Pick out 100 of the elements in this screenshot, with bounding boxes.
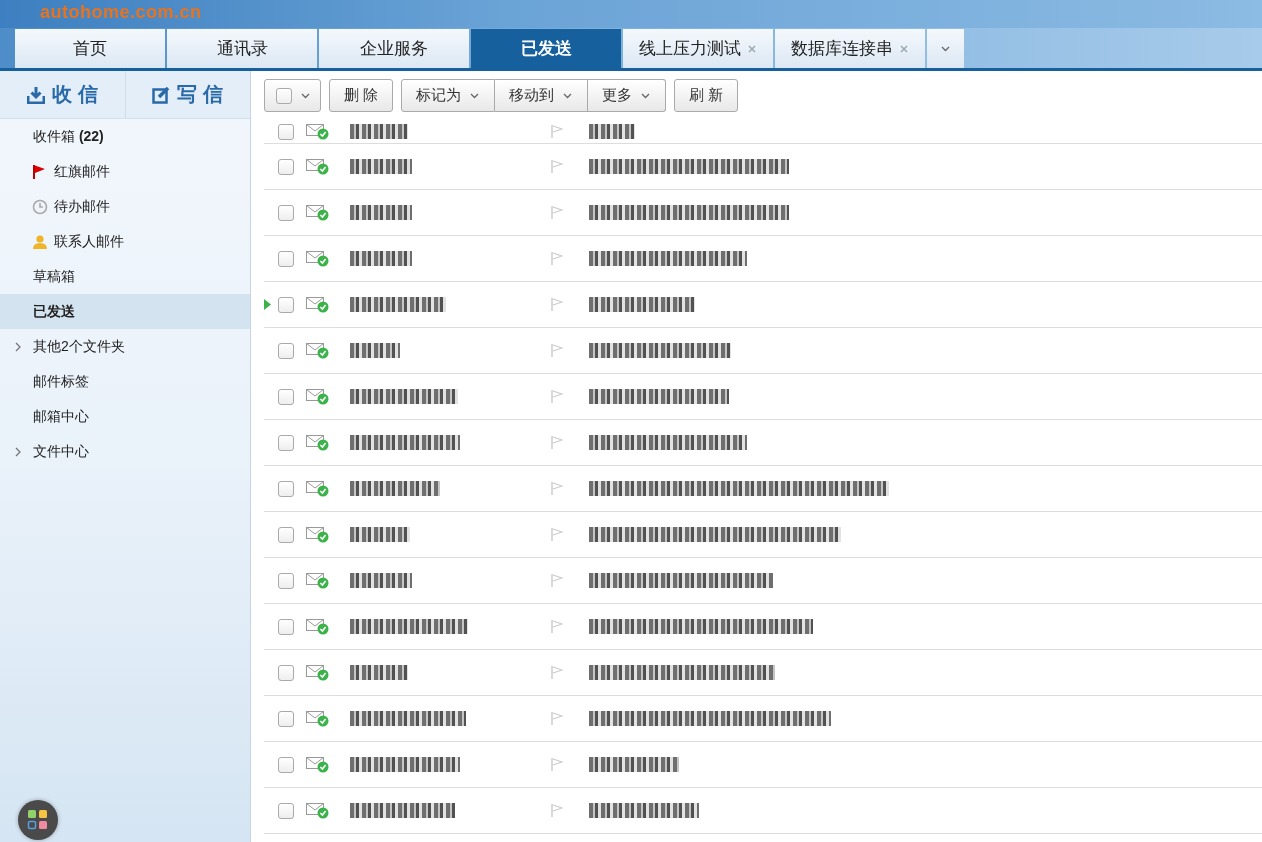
sent-mail-icon bbox=[306, 123, 330, 140]
flag-icon bbox=[550, 297, 563, 312]
redacted-text bbox=[589, 124, 635, 139]
checkbox[interactable] bbox=[278, 526, 294, 543]
receive-button[interactable]: 收 信 bbox=[0, 71, 125, 118]
sent-mail-icon bbox=[306, 158, 330, 175]
sent-mail-icon bbox=[306, 802, 330, 819]
flag-icon bbox=[550, 573, 563, 588]
checkbox[interactable] bbox=[278, 480, 294, 497]
redacted-text bbox=[350, 251, 412, 266]
redacted-text bbox=[350, 665, 408, 680]
sent-mail-icon bbox=[306, 710, 330, 727]
edit-icon bbox=[152, 85, 171, 104]
sent-mail-icon bbox=[306, 526, 330, 543]
checkbox[interactable] bbox=[278, 618, 294, 635]
folder-item[interactable]: 草稿箱 bbox=[0, 259, 250, 294]
checkbox[interactable] bbox=[278, 756, 294, 773]
download-icon bbox=[26, 85, 45, 104]
person-icon bbox=[32, 233, 48, 250]
close-icon bbox=[747, 43, 757, 54]
folder-item[interactable]: 邮件标签 bbox=[0, 364, 250, 399]
checkbox[interactable] bbox=[278, 434, 294, 451]
sent-mail-icon bbox=[306, 204, 330, 221]
checkbox[interactable] bbox=[276, 87, 292, 104]
sent-mail-icon bbox=[306, 756, 330, 773]
sent-mail-icon bbox=[306, 388, 330, 405]
dropdown-button[interactable]: 更多 bbox=[588, 79, 667, 112]
toolbar-button[interactable]: 刷 新 bbox=[674, 79, 739, 112]
logo-text: autohome.com.cn bbox=[40, 2, 202, 22]
folder-item[interactable]: 其他2个文件夹 bbox=[0, 329, 250, 364]
flag-icon bbox=[550, 481, 563, 496]
checkbox[interactable] bbox=[278, 342, 294, 359]
checkbox[interactable] bbox=[278, 388, 294, 405]
tab[interactable]: 已发送 bbox=[471, 29, 621, 68]
checkbox[interactable] bbox=[278, 710, 294, 727]
sent-mail-icon bbox=[306, 434, 330, 451]
chevron-down-icon bbox=[300, 91, 311, 100]
tab[interactable]: 企业服务 bbox=[319, 29, 469, 68]
folder-item[interactable]: 文件中心 bbox=[0, 434, 250, 469]
tab[interactable]: 数据库连接串 bbox=[775, 29, 925, 68]
flag-icon bbox=[550, 389, 563, 404]
flag-icon bbox=[550, 711, 563, 726]
tab[interactable]: 通讯录 bbox=[167, 29, 317, 68]
redacted-text bbox=[350, 527, 410, 542]
sent-mail-icon bbox=[306, 342, 330, 359]
checkbox[interactable] bbox=[278, 802, 294, 819]
flag-icon bbox=[550, 205, 563, 220]
toolbar-button[interactable]: 删 除 bbox=[329, 79, 394, 112]
chevron-down-icon bbox=[562, 91, 574, 100]
flag-icon bbox=[550, 527, 563, 542]
flag-icon bbox=[550, 803, 563, 818]
redacted-text bbox=[350, 205, 412, 220]
sent-mail-icon bbox=[306, 480, 330, 497]
redacted-text bbox=[350, 573, 412, 588]
flag-icon bbox=[550, 124, 563, 139]
chevron-down-icon bbox=[469, 91, 481, 100]
chevron-down-icon bbox=[640, 91, 652, 100]
flag-icon bbox=[550, 435, 563, 450]
checkbox[interactable] bbox=[278, 204, 294, 221]
current-marker-icon bbox=[264, 299, 271, 310]
sent-mail-icon bbox=[306, 250, 330, 267]
sent-mail-icon bbox=[306, 618, 330, 635]
checkbox[interactable] bbox=[278, 250, 294, 267]
checkbox[interactable] bbox=[278, 158, 294, 175]
checkbox[interactable] bbox=[278, 664, 294, 681]
close-icon bbox=[899, 43, 909, 54]
flag-icon bbox=[550, 159, 563, 174]
chevron-right-icon bbox=[14, 447, 23, 457]
flag-icon bbox=[550, 757, 563, 772]
chevron-down-icon bbox=[940, 44, 951, 53]
select-all-dropdown[interactable] bbox=[264, 79, 321, 112]
redacted-text bbox=[350, 159, 412, 174]
apps-icon bbox=[27, 809, 49, 831]
tab[interactable]: 线上压力测试 bbox=[623, 29, 773, 68]
redacted-text bbox=[350, 124, 408, 139]
sent-mail-icon bbox=[306, 664, 330, 681]
redacted-text bbox=[350, 343, 400, 358]
sent-mail-icon bbox=[306, 296, 330, 313]
dropdown-button[interactable]: 移动到 bbox=[495, 79, 589, 112]
folder-item[interactable]: 待办邮件 bbox=[0, 189, 250, 224]
apps-button[interactable] bbox=[18, 800, 58, 840]
dropdown-button[interactable]: 标记为 bbox=[401, 79, 496, 112]
compose-button[interactable]: 写 信 bbox=[124, 71, 250, 118]
folder-item[interactable]: 已发送 bbox=[0, 294, 250, 329]
tab-menu-button[interactable] bbox=[927, 29, 964, 68]
tab[interactable]: 首页 bbox=[15, 29, 165, 68]
checkbox[interactable] bbox=[278, 572, 294, 589]
folder-item[interactable]: 邮箱中心 bbox=[0, 399, 250, 434]
flag-icon bbox=[550, 619, 563, 634]
checkbox[interactable] bbox=[278, 296, 294, 313]
clock-icon bbox=[32, 198, 48, 215]
sent-mail-icon bbox=[306, 572, 330, 589]
flag-icon bbox=[550, 343, 563, 358]
folder-item[interactable]: 收件箱 (22) bbox=[0, 119, 250, 154]
flag-icon bbox=[550, 665, 563, 680]
folder-item[interactable]: 联系人邮件 bbox=[0, 224, 250, 259]
chevron-right-icon bbox=[14, 342, 23, 352]
flag-icon bbox=[550, 251, 563, 266]
checkbox[interactable] bbox=[278, 123, 294, 140]
folder-item[interactable]: 红旗邮件 bbox=[0, 154, 250, 189]
